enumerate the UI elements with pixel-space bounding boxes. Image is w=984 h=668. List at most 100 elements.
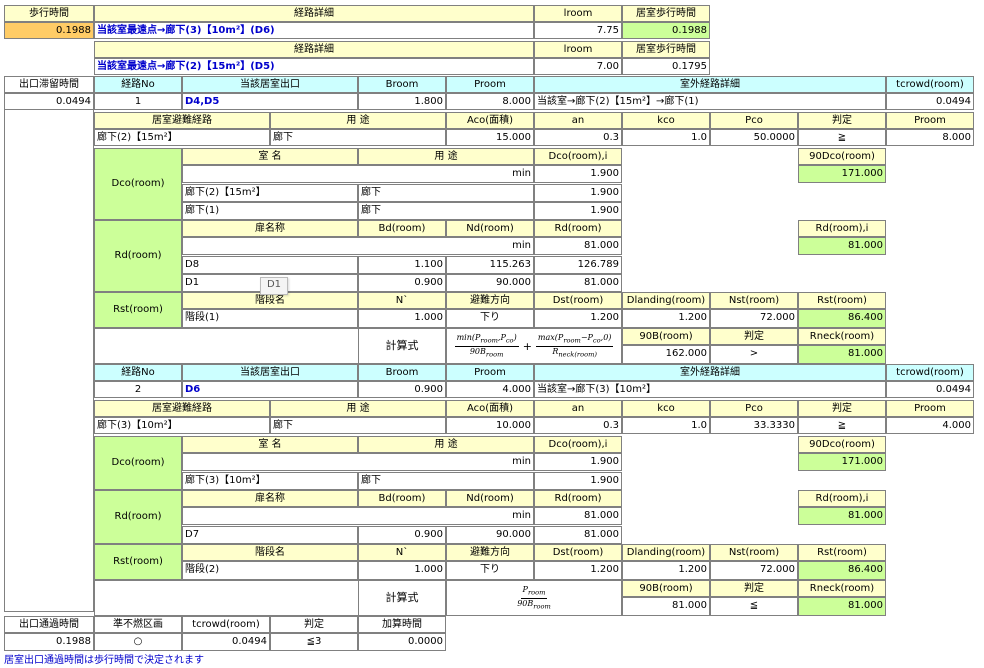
route1-stair-rst[interactable]: 86.400 (798, 309, 886, 328)
route2-lroom[interactable]: 7.00 (534, 58, 622, 75)
route2-proom[interactable]: 4.000 (446, 381, 534, 398)
route1-detail[interactable]: 当該室最遠点→廊下(3)【10m²】(D6) (94, 22, 534, 39)
proom-header-2: Proom (446, 364, 534, 381)
route2-rd-row1-bd[interactable]: 0.900 (358, 526, 446, 544)
route2-stair-n[interactable]: 1.000 (358, 561, 446, 580)
route1-rd-min[interactable]: 81.000 (534, 237, 622, 255)
route2-tcrowd[interactable]: 0.0494 (886, 381, 974, 398)
route1-lroom[interactable]: 7.75 (534, 22, 622, 39)
dlanding-header-2: Dlanding(room) (622, 544, 710, 561)
route2-outdoor[interactable]: 当該室→廊下(3)【10m²】 (534, 381, 886, 398)
route1-an[interactable]: 0.3 (534, 129, 622, 146)
route1-evac-name[interactable]: 廊下(2)【15m²】 (94, 129, 270, 146)
route1-b90[interactable]: 162.000 (622, 345, 710, 364)
walk-time-value[interactable]: 0.1988 (4, 22, 94, 39)
exit-judge-value[interactable]: ≦3 (270, 633, 358, 651)
route2-stair-dl[interactable]: 1.200 (622, 561, 710, 580)
route2-stair-dst[interactable]: 1.200 (534, 561, 622, 580)
pco-header: Pco (710, 112, 798, 129)
cell-tooltip: D1 (260, 277, 288, 295)
route1-rdi[interactable]: 81.000 (798, 237, 886, 255)
route1-judge[interactable]: ≧ (798, 129, 886, 146)
route1-proom[interactable]: 8.000 (446, 93, 534, 110)
route2-evac-name[interactable]: 廊下(3)【10m²】 (94, 417, 270, 434)
exit-tcrowd-value[interactable]: 0.0494 (182, 633, 270, 651)
route1-judge2[interactable]: > (710, 345, 798, 364)
route2-rd-row1-rd[interactable]: 81.000 (534, 526, 622, 544)
route1-aco[interactable]: 15.000 (446, 129, 534, 146)
route2-pco[interactable]: 33.3330 (710, 417, 798, 434)
route2-judge2[interactable]: ≦ (710, 597, 798, 616)
route2-rd-min[interactable]: 81.000 (534, 507, 622, 525)
route1-proom2[interactable]: 8.000 (886, 129, 974, 146)
route1-rd-row1-rd[interactable]: 126.789 (534, 256, 622, 274)
route1-stair-nst[interactable]: 72.000 (710, 309, 798, 328)
rst-label-2: Rst(room) (94, 544, 182, 580)
route1-rd-row2-nd[interactable]: 90.000 (446, 274, 534, 292)
route1-rd-row1-name[interactable]: D8 (182, 256, 358, 274)
route1-evac-usage[interactable]: 廊下 (270, 129, 446, 146)
route2-aco[interactable]: 10.000 (446, 417, 534, 434)
calc-label-2: 計算式 (358, 580, 446, 616)
route1-kco[interactable]: 1.0 (622, 129, 710, 146)
route2-rneck[interactable]: 81.000 (798, 597, 886, 616)
route2-b90[interactable]: 81.000 (622, 597, 710, 616)
route1-dco-row2-val[interactable]: 1.900 (534, 202, 622, 220)
route2-rdi[interactable]: 81.000 (798, 507, 886, 525)
route1-dco-row2-name[interactable]: 廊下(1) (182, 202, 358, 220)
route2-walk-time[interactable]: 0.1795 (622, 58, 710, 75)
route2-evac-usage[interactable]: 廊下 (270, 417, 446, 434)
exit-stay-value[interactable]: 0.0494 (4, 93, 94, 110)
route1-rneck[interactable]: 81.000 (798, 345, 886, 364)
route1-dco-row1-val[interactable]: 1.900 (534, 184, 622, 202)
route2-stair-rst[interactable]: 86.400 (798, 561, 886, 580)
route2-an[interactable]: 0.3 (534, 417, 622, 434)
route1-rd-row1-nd[interactable]: 115.263 (446, 256, 534, 274)
route1-rd-row1-bd[interactable]: 1.100 (358, 256, 446, 274)
rdi-header-2: Rd(room),i (798, 490, 886, 507)
route2-rd-row1-name[interactable]: D7 (182, 526, 358, 544)
route1-stair-dl[interactable]: 1.200 (622, 309, 710, 328)
route1-broom[interactable]: 1.800 (358, 93, 446, 110)
route1-no[interactable]: 1 (94, 93, 182, 110)
route2-stair-name[interactable]: 階段(2) (182, 561, 358, 580)
route2-exit[interactable]: D6 (182, 381, 358, 398)
route1-stair-n[interactable]: 1.000 (358, 309, 446, 328)
semi-fireproof-value[interactable]: ○ (94, 633, 182, 651)
door-name-header-2: 扉名称 (182, 490, 358, 507)
route1-dco-row2-usage[interactable]: 廊下 (358, 202, 534, 220)
route1-stair-dir[interactable]: 下り (446, 309, 534, 328)
route2-dco-row1-usage[interactable]: 廊下 (358, 472, 534, 490)
add-time-value[interactable]: 0.0000 (358, 633, 446, 651)
route2-proom2[interactable]: 4.000 (886, 417, 974, 434)
calc-label-1: 計算式 (358, 328, 446, 364)
route1-dco90[interactable]: 171.000 (798, 165, 886, 183)
route1-walk-time[interactable]: 0.1988 (622, 22, 710, 39)
route2-kco[interactable]: 1.0 (622, 417, 710, 434)
route2-rd-row1-nd[interactable]: 90.000 (446, 526, 534, 544)
route1-rd-row2-rd[interactable]: 81.000 (534, 274, 622, 292)
route2-judge[interactable]: ≧ (798, 417, 886, 434)
route2-stair-nst[interactable]: 72.000 (710, 561, 798, 580)
route2-dco90[interactable]: 171.000 (798, 453, 886, 471)
route1-dco-min[interactable]: 1.900 (534, 165, 622, 183)
route1-dco-row1-name[interactable]: 廊下(2)【15m²】 (182, 184, 358, 202)
route1-exit[interactable]: D4,D5 (182, 93, 358, 110)
route1-stair-dst[interactable]: 1.200 (534, 309, 622, 328)
exit-pass-value[interactable]: 0.1988 (4, 633, 94, 651)
route2-no[interactable]: 2 (94, 381, 182, 398)
route1-pco[interactable]: 50.0000 (710, 129, 798, 146)
route1-tcrowd[interactable]: 0.0494 (886, 93, 974, 110)
route2-broom[interactable]: 0.900 (358, 381, 446, 398)
route2-detail[interactable]: 当該室最遠点→廊下(2)【15m²】(D5) (94, 58, 534, 75)
route1-rd-row2-bd[interactable]: 0.900 (358, 274, 446, 292)
route1-outdoor[interactable]: 当該室→廊下(2)【15m²】→廊下(1) (534, 93, 886, 110)
route2-dco-row1-val[interactable]: 1.900 (534, 472, 622, 490)
route2-dco-row1-name[interactable]: 廊下(3)【10m²】 (182, 472, 358, 490)
route1-stair-name[interactable]: 階段(1) (182, 309, 358, 328)
rdi-header: Rd(room),i (798, 220, 886, 237)
route2-dco-min[interactable]: 1.900 (534, 453, 622, 471)
route2-stair-dir[interactable]: 下り (446, 561, 534, 580)
route2-rd-min-label: min (182, 507, 534, 525)
route1-dco-row1-usage[interactable]: 廊下 (358, 184, 534, 202)
